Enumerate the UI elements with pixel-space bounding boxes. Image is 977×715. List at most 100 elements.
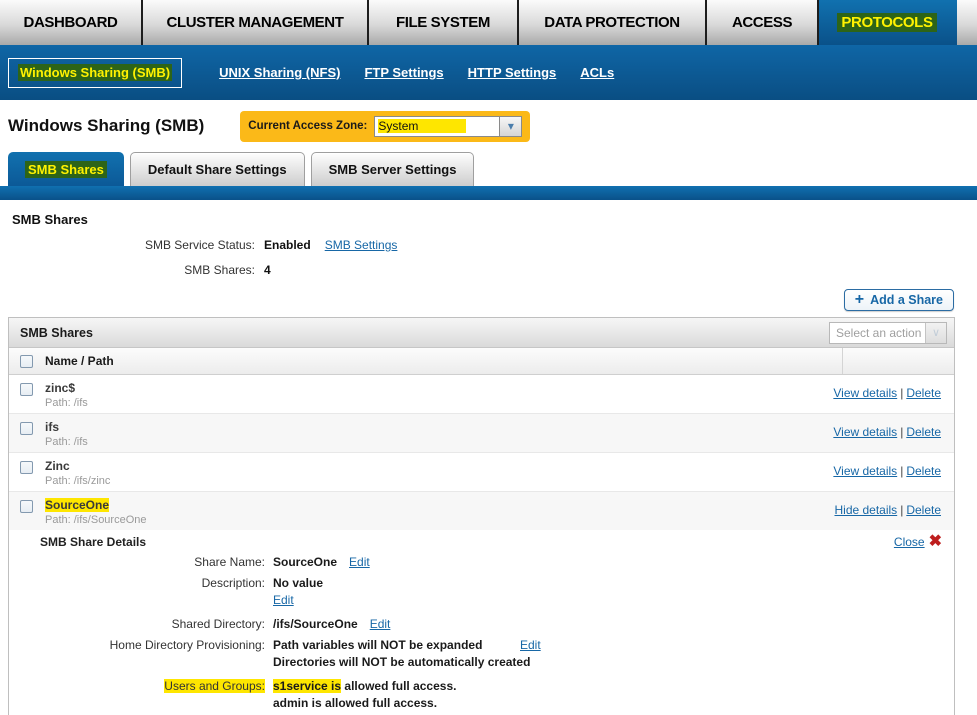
detail-label: Description: xyxy=(9,576,265,590)
close-icon[interactable]: ✖ xyxy=(929,535,942,549)
edit-shared-directory-link[interactable]: Edit xyxy=(370,617,391,631)
detail-label: Share Name: xyxy=(9,555,265,569)
row-checkbox[interactable] xyxy=(20,422,33,435)
delete-link[interactable]: Delete xyxy=(906,464,941,478)
actions-column-spacer xyxy=(842,348,954,374)
nav-tab-protocols[interactable]: PROTOCOLS xyxy=(819,0,955,45)
subnav-link-unix-sharing-nfs[interactable]: UNIX Sharing (NFS) xyxy=(219,65,340,80)
shares-count-value: 4 xyxy=(264,263,271,277)
share-name: Zinc xyxy=(45,459,110,473)
nav-tab-label: FILE SYSTEM xyxy=(396,14,490,31)
detail-label: Home Directory Provisioning: xyxy=(9,638,265,652)
delete-link[interactable]: Delete xyxy=(906,425,941,439)
subnav-item-windows-sharing-smb[interactable]: Windows Sharing (SMB) xyxy=(8,58,182,88)
table-row: ifs Path: /ifs View details|Delete xyxy=(9,414,954,453)
nav-tab-file-system[interactable]: FILE SYSTEM xyxy=(369,0,519,45)
close-link[interactable]: Close xyxy=(894,535,925,549)
nav-tab-partial xyxy=(957,0,977,45)
access-zone-label: Current Access Zone: xyxy=(248,120,367,132)
page-title: Windows Sharing (SMB) xyxy=(8,116,204,136)
select-an-action-dropdown[interactable]: Select an action ∨ xyxy=(829,322,947,344)
edit-home-directory-link[interactable]: Edit xyxy=(520,638,541,652)
link-separator: | xyxy=(900,503,903,517)
description-value: No value xyxy=(273,576,323,590)
plus-icon: + xyxy=(855,293,864,307)
chevron-down-icon[interactable]: ▾ xyxy=(499,117,521,136)
detail-value-block: No value Edit xyxy=(273,576,323,610)
smb-tabstrip: SMB Shares Default Share Settings SMB Se… xyxy=(0,152,977,186)
toolbar: + Add a Share xyxy=(0,289,954,311)
nav-tab-data-protection[interactable]: DATA PROTECTION xyxy=(519,0,707,45)
row-name-path: zinc$ Path: /ifs xyxy=(45,381,88,409)
tab-smb-shares[interactable]: SMB Shares xyxy=(8,152,124,186)
chevron-down-icon[interactable]: ∨ xyxy=(925,323,946,343)
tab-divider-bar xyxy=(0,186,977,200)
delete-link[interactable]: Delete xyxy=(906,503,941,517)
details-title: SMB Share Details xyxy=(40,535,146,549)
secondary-nav: Windows Sharing (SMB) UNIX Sharing (NFS)… xyxy=(0,45,977,100)
view-details-link[interactable]: View details xyxy=(833,464,897,478)
details-header: SMB Share Details Close ✖ xyxy=(9,535,954,549)
detail-row-shared-directory: Shared Directory: /ifs/SourceOne Edit xyxy=(9,617,954,631)
table-row: zinc$ Path: /ifs View details|Delete xyxy=(9,375,954,414)
row-checkbox[interactable] xyxy=(20,500,33,513)
row-checkbox[interactable] xyxy=(20,383,33,396)
row-name-path: ifs Path: /ifs xyxy=(45,420,88,448)
nav-tab-label: DATA PROTECTION xyxy=(544,14,679,31)
link-separator: | xyxy=(900,386,903,400)
tab-label-active: SMB Shares xyxy=(25,161,107,178)
subnav-link-http-settings[interactable]: HTTP Settings xyxy=(468,65,557,80)
table-column-header: Name / Path xyxy=(9,348,954,375)
row-checkbox[interactable] xyxy=(20,461,33,474)
subnav-link-ftp-settings[interactable]: FTP Settings xyxy=(364,65,443,80)
nav-tab-label: ACCESS xyxy=(732,14,792,31)
nav-tab-label-active: PROTOCOLS xyxy=(837,13,936,32)
detail-row-description: Description: No value Edit xyxy=(9,576,954,610)
page-header: Windows Sharing (SMB) Current Access Zon… xyxy=(0,100,977,142)
detail-value: SourceOne xyxy=(273,555,337,569)
table-row-expanded: SourceOne Path: /ifs/SourceOne Hide deta… xyxy=(9,492,954,530)
detail-value: /ifs/SourceOne xyxy=(273,617,358,631)
primary-nav: DASHBOARD CLUSTER MANAGEMENT FILE SYSTEM… xyxy=(0,0,977,45)
detail-value-block: Path variables will NOT be expanded Edit… xyxy=(273,638,603,672)
subnav-active-label: Windows Sharing (SMB) xyxy=(18,64,172,81)
edit-share-name-link[interactable]: Edit xyxy=(349,555,370,569)
table-title: SMB Shares xyxy=(20,326,93,340)
service-status-label: SMB Service Status: xyxy=(0,238,255,252)
view-details-link[interactable]: View details xyxy=(833,425,897,439)
shares-count-label: SMB Shares: xyxy=(0,263,255,277)
detail-row-users-groups: Users and Groups: s1service is allowed f… xyxy=(9,679,954,715)
link-separator: | xyxy=(900,425,903,439)
smb-settings-link[interactable]: SMB Settings xyxy=(325,238,398,252)
nav-tab-access[interactable]: ACCESS xyxy=(707,0,819,45)
select-all-checkbox[interactable] xyxy=(20,355,33,368)
nav-tab-dashboard[interactable]: DASHBOARD xyxy=(0,0,143,45)
access-zone-value: System xyxy=(375,117,499,136)
tab-label: Default Share Settings xyxy=(148,162,287,177)
share-path: Path: /ifs xyxy=(45,397,88,409)
tab-default-share-settings[interactable]: Default Share Settings xyxy=(130,152,305,186)
home-dir-line1: Path variables will NOT be expanded xyxy=(273,638,520,652)
access-zone-select[interactable]: System ▾ xyxy=(374,116,522,137)
delete-link[interactable]: Delete xyxy=(906,386,941,400)
smb-shares-table: SMB Shares Select an action ∨ Name / Pat… xyxy=(8,317,955,715)
home-dir-line2: Directories will NOT be automatically cr… xyxy=(273,655,603,669)
row-actions: Hide details|Delete xyxy=(834,498,954,519)
tab-label: SMB Server Settings xyxy=(329,162,457,177)
add-share-button[interactable]: + Add a Share xyxy=(844,289,954,311)
share-path: Path: /ifs/SourceOne xyxy=(45,514,147,526)
link-separator: | xyxy=(900,464,903,478)
nav-tab-cluster-management[interactable]: CLUSTER MANAGEMENT xyxy=(143,0,369,45)
view-details-link[interactable]: View details xyxy=(833,386,897,400)
service-status-line: SMB Service Status: Enabled SMB Settings xyxy=(0,238,977,252)
edit-description-link[interactable]: Edit xyxy=(273,593,294,607)
table-title-bar: SMB Shares Select an action ∨ xyxy=(9,318,954,348)
close-details[interactable]: Close ✖ xyxy=(894,535,942,549)
table-row: Zinc Path: /ifs/zinc View details|Delete xyxy=(9,453,954,492)
row-actions: View details|Delete xyxy=(833,420,954,441)
subnav-link-acls[interactable]: ACLs xyxy=(580,65,614,80)
tab-smb-server-settings[interactable]: SMB Server Settings xyxy=(311,152,475,186)
action-placeholder: Select an action xyxy=(830,326,925,340)
service-status-value: Enabled xyxy=(264,238,311,252)
hide-details-link[interactable]: Hide details xyxy=(834,503,897,517)
